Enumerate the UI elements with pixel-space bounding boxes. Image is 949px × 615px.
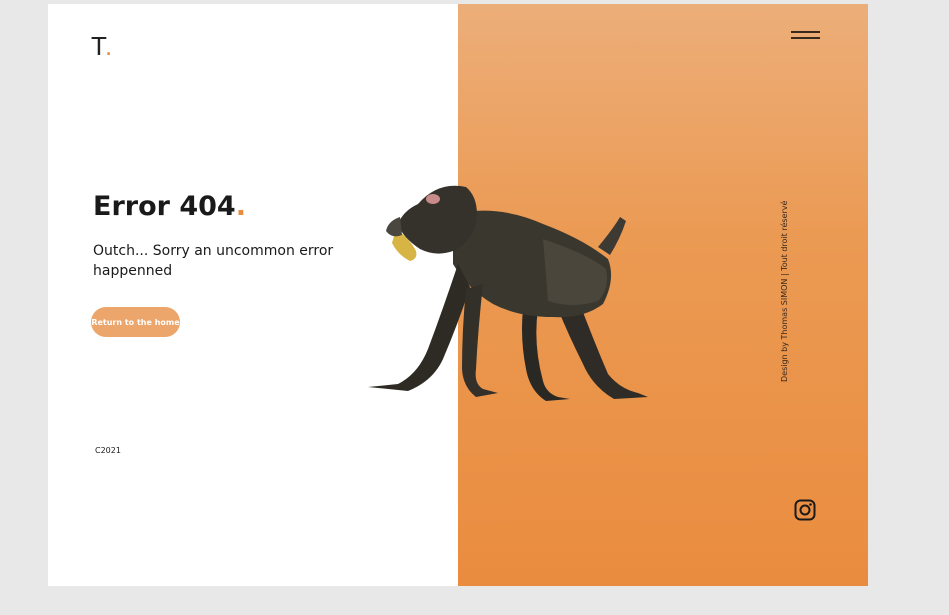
menu-line-bottom (791, 37, 820, 39)
logo[interactable]: T. (91, 31, 113, 62)
error-title-text: Error 404 (93, 191, 236, 222)
designer-credit: Design by Thomas SIMON | Tout droit rése… (780, 200, 789, 382)
logo-letter: T (91, 31, 105, 61)
error-title: Error 404. (93, 191, 246, 222)
instagram-icon[interactable] (794, 499, 816, 521)
logo-dot: . (105, 31, 114, 61)
hamburger-menu-icon[interactable] (791, 28, 821, 42)
return-home-button[interactable]: Return to the home (91, 307, 180, 337)
mandrill-photo (368, 185, 648, 401)
menu-line-top (791, 31, 820, 33)
page-frame: T. Error 404. Outch... Sorry an uncommon… (48, 4, 868, 586)
error-title-dot: . (235, 191, 246, 222)
error-message: Outch... Sorry an uncommon error happenn… (93, 243, 334, 279)
copyright-text: C2021 (95, 446, 121, 455)
